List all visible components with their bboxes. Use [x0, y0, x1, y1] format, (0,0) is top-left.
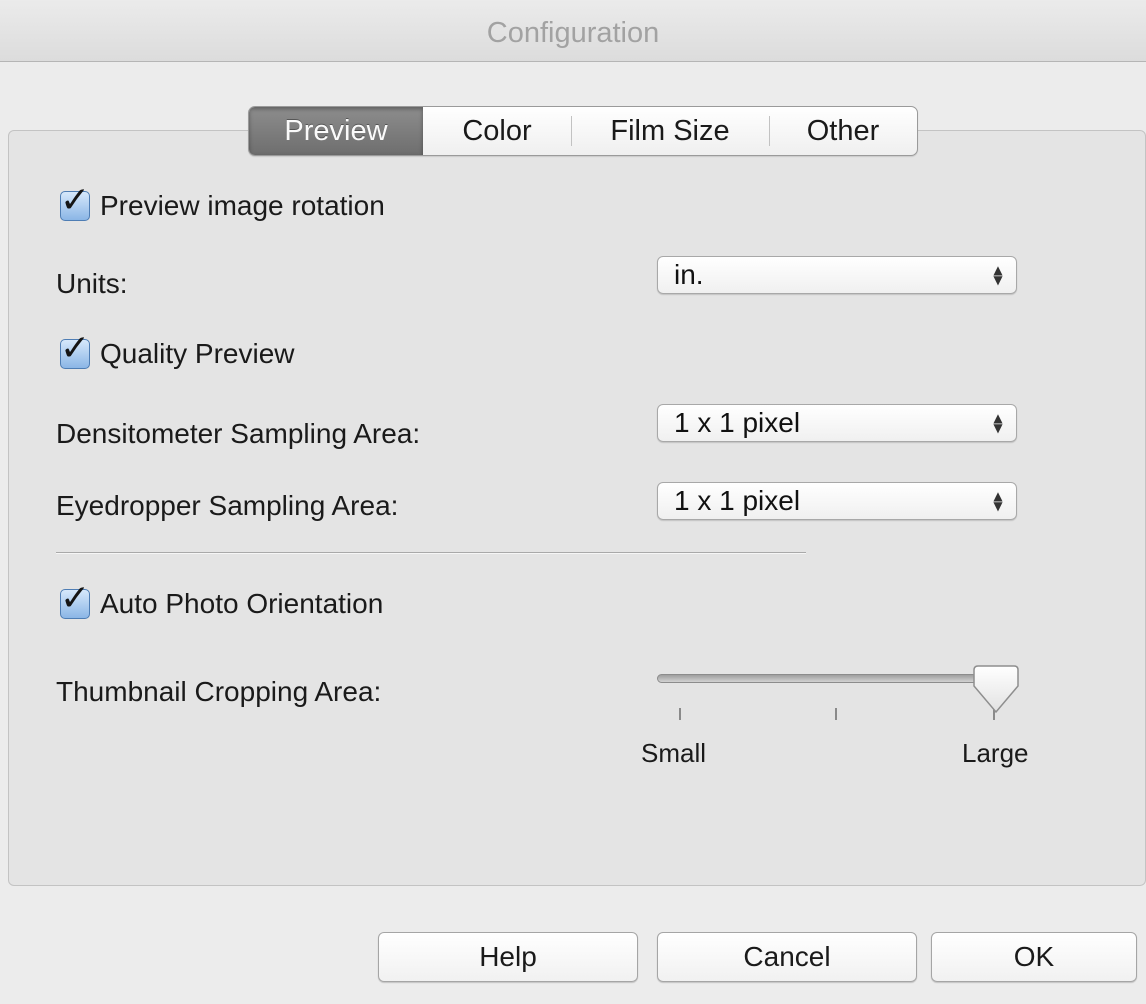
preview-rotation-checkbox[interactable]: ✓: [60, 183, 90, 221]
densitometer-select[interactable]: 1 x 1 pixel ▲ ▼: [657, 404, 1017, 442]
thumbnail-slider-thumb[interactable]: [972, 664, 1020, 716]
slider-max-label: Large: [962, 738, 1029, 768]
up-down-arrows-icon: ▲ ▼: [993, 411, 1003, 435]
eyedropper-select[interactable]: 1 x 1 pixel ▲ ▼: [657, 482, 1017, 520]
units-select-value: in.: [674, 259, 704, 290]
checkmark-icon: ✓: [60, 578, 91, 619]
preview-rotation-label: Preview image rotation: [100, 190, 385, 221]
configuration-window: Configuration Preview Color Film Size Ot…: [0, 0, 1146, 1004]
section-divider: [56, 552, 806, 554]
densitometer-label: Densitometer Sampling Area:: [56, 418, 421, 449]
slider-tick: [835, 708, 837, 720]
checkmark-icon: ✓: [60, 180, 91, 221]
ok-button[interactable]: OK: [931, 932, 1137, 982]
tab-bar: Preview Color Film Size Other: [248, 106, 918, 156]
tab-other[interactable]: Other: [769, 107, 917, 155]
quality-preview-row[interactable]: ✓ Quality Preview: [60, 331, 295, 370]
slider-tick: [679, 708, 681, 720]
auto-orientation-label: Auto Photo Orientation: [100, 588, 384, 619]
preview-rotation-row[interactable]: ✓ Preview image rotation: [60, 183, 385, 222]
units-label: Units:: [56, 268, 128, 299]
eyedropper-label: Eyedropper Sampling Area:: [56, 490, 399, 521]
slider-min-label: Small: [641, 738, 707, 768]
up-down-arrows-icon: ▲ ▼: [993, 263, 1003, 287]
thumbnail-cropping-label: Thumbnail Cropping Area:: [56, 676, 382, 707]
tab-color[interactable]: Color: [423, 107, 571, 155]
units-select[interactable]: in. ▲ ▼: [657, 256, 1017, 294]
window-title: Configuration: [0, 0, 1146, 62]
help-button[interactable]: Help: [378, 932, 638, 982]
auto-orientation-checkbox[interactable]: ✓: [60, 581, 90, 619]
densitometer-select-value: 1 x 1 pixel: [674, 407, 801, 438]
up-down-arrows-icon: ▲ ▼: [993, 489, 1003, 513]
thumbnail-slider-track[interactable]: [657, 674, 1007, 683]
quality-preview-checkbox[interactable]: ✓: [60, 331, 90, 369]
cancel-button[interactable]: Cancel: [657, 932, 917, 982]
tab-preview[interactable]: Preview: [249, 107, 423, 155]
eyedropper-select-value: 1 x 1 pixel: [674, 485, 801, 516]
auto-orientation-row[interactable]: ✓ Auto Photo Orientation: [60, 581, 384, 620]
tab-film-size[interactable]: Film Size: [571, 107, 769, 155]
quality-preview-label: Quality Preview: [100, 338, 295, 369]
checkmark-icon: ✓: [60, 328, 91, 369]
